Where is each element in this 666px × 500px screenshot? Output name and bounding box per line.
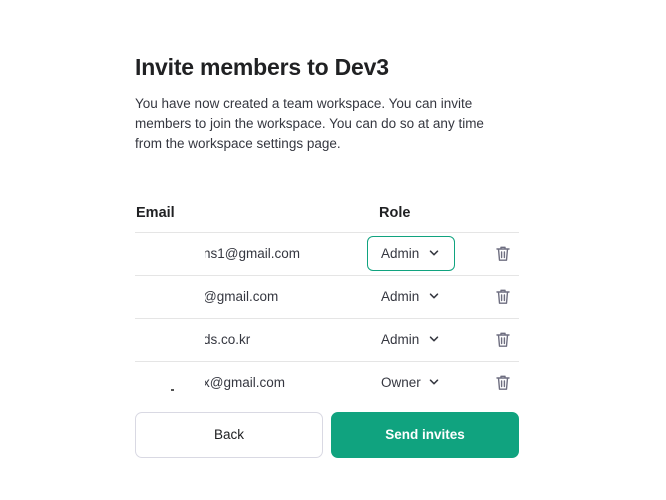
email-value: ds.co.kr <box>203 332 251 347</box>
trash-icon[interactable] <box>495 288 511 305</box>
chevron-down-icon <box>429 250 439 256</box>
redaction-mask <box>135 276 205 318</box>
email-field[interactable]: x@gmail.com <box>135 362 355 404</box>
role-value: Owner <box>381 375 421 390</box>
invite-table: Email Role ns1@gmail.com Admin @gmail.co… <box>135 200 519 404</box>
email-value: ns1@gmail.com <box>203 246 300 261</box>
email-field[interactable]: ds.co.kr <box>135 319 355 361</box>
email-value: @gmail.com <box>203 289 279 304</box>
dialog-description: You have now created a team workspace. Y… <box>135 96 484 151</box>
role-column-header: Role <box>379 205 411 221</box>
role-dropdown[interactable]: Owner <box>367 365 455 400</box>
redaction-mask <box>135 233 205 275</box>
table-row: ns1@gmail.com Admin <box>135 233 519 276</box>
role-value: Admin <box>381 332 420 347</box>
invite-members-dialog: Invite members to Dev3 You have now crea… <box>0 0 666 500</box>
chevron-down-icon <box>429 336 439 342</box>
email-column-header: Email <box>136 205 175 221</box>
chevron-down-icon <box>429 293 439 299</box>
trash-icon[interactable] <box>495 331 511 348</box>
role-value: Admin <box>381 289 420 304</box>
email-field[interactable]: ns1@gmail.com <box>135 233 355 275</box>
trash-icon[interactable] <box>495 374 511 391</box>
table-row: @gmail.com Admin <box>135 276 519 319</box>
dialog-title: Invite members to Dev3 <box>135 54 389 80</box>
role-value: Admin <box>381 246 420 261</box>
table-header: Email Role <box>135 200 519 233</box>
text-cursor-artifact <box>171 389 174 391</box>
email-field[interactable]: @gmail.com <box>135 276 355 318</box>
table-row: ds.co.kr Admin <box>135 319 519 362</box>
role-dropdown[interactable]: Admin <box>367 279 455 314</box>
table-row: x@gmail.com Owner <box>135 362 519 404</box>
trash-icon[interactable] <box>495 245 511 262</box>
chevron-down-icon <box>429 379 439 385</box>
redaction-mask <box>135 319 205 361</box>
role-dropdown[interactable]: Admin <box>367 322 455 357</box>
email-value: x@gmail.com <box>203 375 285 390</box>
redaction-mask <box>135 362 205 404</box>
role-dropdown[interactable]: Admin <box>367 236 455 271</box>
back-button[interactable]: Back <box>135 412 323 458</box>
send-invites-button[interactable]: Send invites <box>331 412 519 458</box>
